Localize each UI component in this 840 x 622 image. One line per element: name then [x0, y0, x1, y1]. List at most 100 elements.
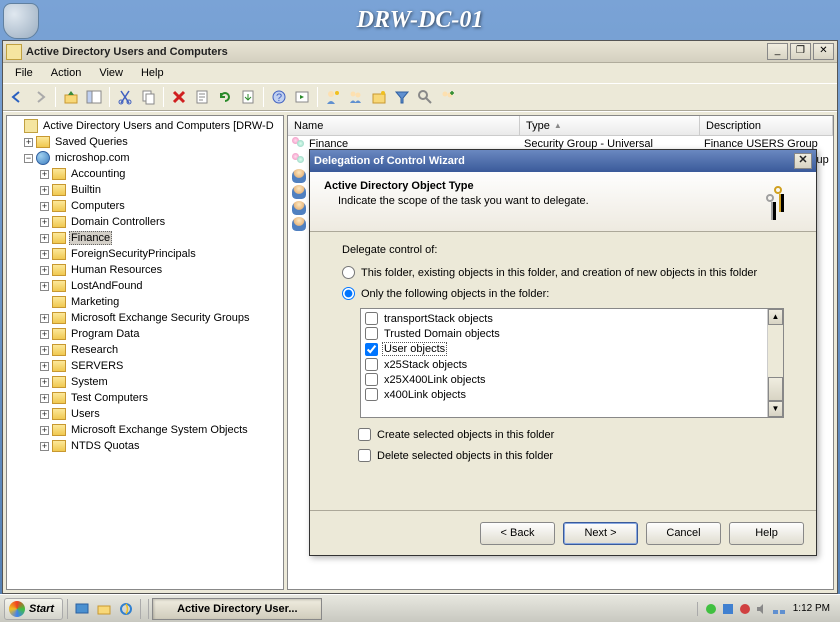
- tree-ou-microsoft-exchange-security-groups[interactable]: Microsoft Exchange Security Groups: [69, 312, 252, 324]
- tree-ou-builtin[interactable]: Builtin: [69, 184, 103, 196]
- column-description[interactable]: Description: [700, 116, 833, 135]
- expand-icon[interactable]: +: [24, 138, 33, 147]
- tree-ou-human-resources[interactable]: Human Resources: [69, 264, 164, 276]
- find-button[interactable]: [414, 86, 436, 108]
- expand-icon[interactable]: +: [40, 282, 49, 291]
- maximize-button[interactable]: ❐: [790, 43, 811, 60]
- radio-this-folder[interactable]: This folder, existing objects in this fo…: [342, 266, 784, 279]
- list-pane[interactable]: Name Type▲ Description FinanceSecurity G…: [287, 115, 834, 590]
- export-button[interactable]: [237, 86, 259, 108]
- create-objects-checkbox[interactable]: Create selected objects in this folder: [358, 428, 784, 441]
- tree-ou-system[interactable]: System: [69, 376, 110, 388]
- expand-icon[interactable]: +: [40, 250, 49, 259]
- refresh-button[interactable]: [214, 86, 236, 108]
- menu-action[interactable]: Action: [43, 65, 90, 81]
- back-button[interactable]: [6, 86, 28, 108]
- expand-icon[interactable]: +: [40, 426, 49, 435]
- tray-icon-3[interactable]: [738, 602, 752, 616]
- expand-icon[interactable]: +: [40, 170, 49, 179]
- forward-button[interactable]: [29, 86, 51, 108]
- add-to-group-button[interactable]: [437, 86, 459, 108]
- expand-icon[interactable]: +: [40, 202, 49, 211]
- tree-ou-accounting[interactable]: Accounting: [69, 168, 127, 180]
- cancel-button[interactable]: Cancel: [646, 522, 721, 545]
- radio-only-following[interactable]: Only the following objects in the folder…: [342, 287, 784, 300]
- expand-icon[interactable]: [40, 298, 49, 307]
- tree-ou-computers[interactable]: Computers: [69, 200, 127, 212]
- volume-icon[interactable]: [755, 602, 769, 616]
- tree-ou-servers[interactable]: SERVERS: [69, 360, 125, 372]
- object-type-row[interactable]: x400Link objects: [363, 387, 765, 402]
- expand-icon[interactable]: +: [40, 362, 49, 371]
- dialog-titlebar[interactable]: Delegation of Control Wizard ✕: [310, 150, 816, 172]
- tree-ou-ntds-quotas[interactable]: NTDS Quotas: [69, 440, 141, 452]
- scrollbar[interactable]: ▲ ▼: [767, 309, 783, 417]
- object-types-list[interactable]: transportStack objectsTrusted Domain obj…: [360, 308, 784, 418]
- filter-button[interactable]: [391, 86, 413, 108]
- menu-file[interactable]: File: [7, 65, 41, 81]
- expand-icon[interactable]: +: [40, 346, 49, 355]
- tree-ou-marketing[interactable]: Marketing: [69, 296, 121, 308]
- menu-help[interactable]: Help: [133, 65, 172, 81]
- copy-button[interactable]: [137, 86, 159, 108]
- expand-icon[interactable]: +: [40, 394, 49, 403]
- tree-ou-foreignsecurityprincipals[interactable]: ForeignSecurityPrincipals: [69, 248, 198, 260]
- column-name[interactable]: Name: [288, 116, 520, 135]
- expand-icon[interactable]: +: [40, 442, 49, 451]
- object-type-row[interactable]: transportStack objects: [363, 311, 765, 326]
- taskbar-aduc[interactable]: Active Directory User...: [152, 598, 322, 620]
- ie-button[interactable]: [116, 599, 136, 619]
- new-group-button[interactable]: [345, 86, 367, 108]
- tree-ou-finance[interactable]: Finance: [69, 231, 112, 245]
- back-button[interactable]: < Back: [480, 522, 555, 545]
- expand-icon[interactable]: +: [40, 330, 49, 339]
- minimize-button[interactable]: _: [767, 43, 788, 60]
- scroll-down-button[interactable]: ▼: [768, 401, 783, 417]
- expand-icon[interactable]: +: [40, 410, 49, 419]
- scroll-thumb[interactable]: [768, 377, 783, 401]
- help-button[interactable]: Help: [729, 522, 804, 545]
- close-button[interactable]: ✕: [813, 43, 834, 60]
- start-button[interactable]: Start: [4, 598, 63, 620]
- titlebar[interactable]: Active Directory Users and Computers _ ❐…: [3, 41, 837, 63]
- object-type-row[interactable]: Trusted Domain objects: [363, 326, 765, 341]
- menu-view[interactable]: View: [91, 65, 131, 81]
- show-desktop-button[interactable]: [72, 599, 92, 619]
- tree-domain[interactable]: microshop.com: [53, 152, 132, 164]
- expand-icon[interactable]: +: [40, 218, 49, 227]
- tree-ou-domain-controllers[interactable]: Domain Controllers: [69, 216, 167, 228]
- object-type-row[interactable]: x25Stack objects: [363, 357, 765, 372]
- tree-ou-lostandfound[interactable]: LostAndFound: [69, 280, 145, 292]
- dialog-close-button[interactable]: ✕: [794, 153, 812, 169]
- tree-pane[interactable]: Active Directory Users and Computers [DR…: [6, 115, 284, 590]
- object-type-row[interactable]: User objects: [363, 341, 765, 357]
- tree-ou-test-computers[interactable]: Test Computers: [69, 392, 150, 404]
- delete-objects-checkbox[interactable]: Delete selected objects in this folder: [358, 449, 784, 462]
- delete-button[interactable]: [168, 86, 190, 108]
- expand-icon[interactable]: +: [40, 314, 49, 323]
- tray-icon-1[interactable]: [704, 602, 718, 616]
- explorer-button[interactable]: [94, 599, 114, 619]
- tray-icon-2[interactable]: [721, 602, 735, 616]
- tree-ou-users[interactable]: Users: [69, 408, 102, 420]
- network-icon[interactable]: [772, 602, 786, 616]
- properties-button[interactable]: [191, 86, 213, 108]
- new-user-button[interactable]: [322, 86, 344, 108]
- up-button[interactable]: [60, 86, 82, 108]
- cut-button[interactable]: [114, 86, 136, 108]
- clock[interactable]: 1:12 PM: [793, 603, 830, 614]
- expand-icon[interactable]: +: [40, 378, 49, 387]
- new-ou-button[interactable]: [368, 86, 390, 108]
- object-type-row[interactable]: x25X400Link objects: [363, 372, 765, 387]
- tree-ou-microsoft-exchange-system-objects[interactable]: Microsoft Exchange System Objects: [69, 424, 250, 436]
- expand-icon[interactable]: +: [40, 186, 49, 195]
- help-button[interactable]: ?: [268, 86, 290, 108]
- expand-icon[interactable]: +: [40, 234, 49, 243]
- show-hide-tree-button[interactable]: [83, 86, 105, 108]
- tree-ou-research[interactable]: Research: [69, 344, 120, 356]
- next-button[interactable]: Next >: [563, 522, 638, 545]
- tree-root[interactable]: Active Directory Users and Computers [DR…: [41, 120, 276, 132]
- tree-saved-queries[interactable]: Saved Queries: [53, 136, 130, 148]
- scroll-up-button[interactable]: ▲: [768, 309, 783, 325]
- run-button[interactable]: [291, 86, 313, 108]
